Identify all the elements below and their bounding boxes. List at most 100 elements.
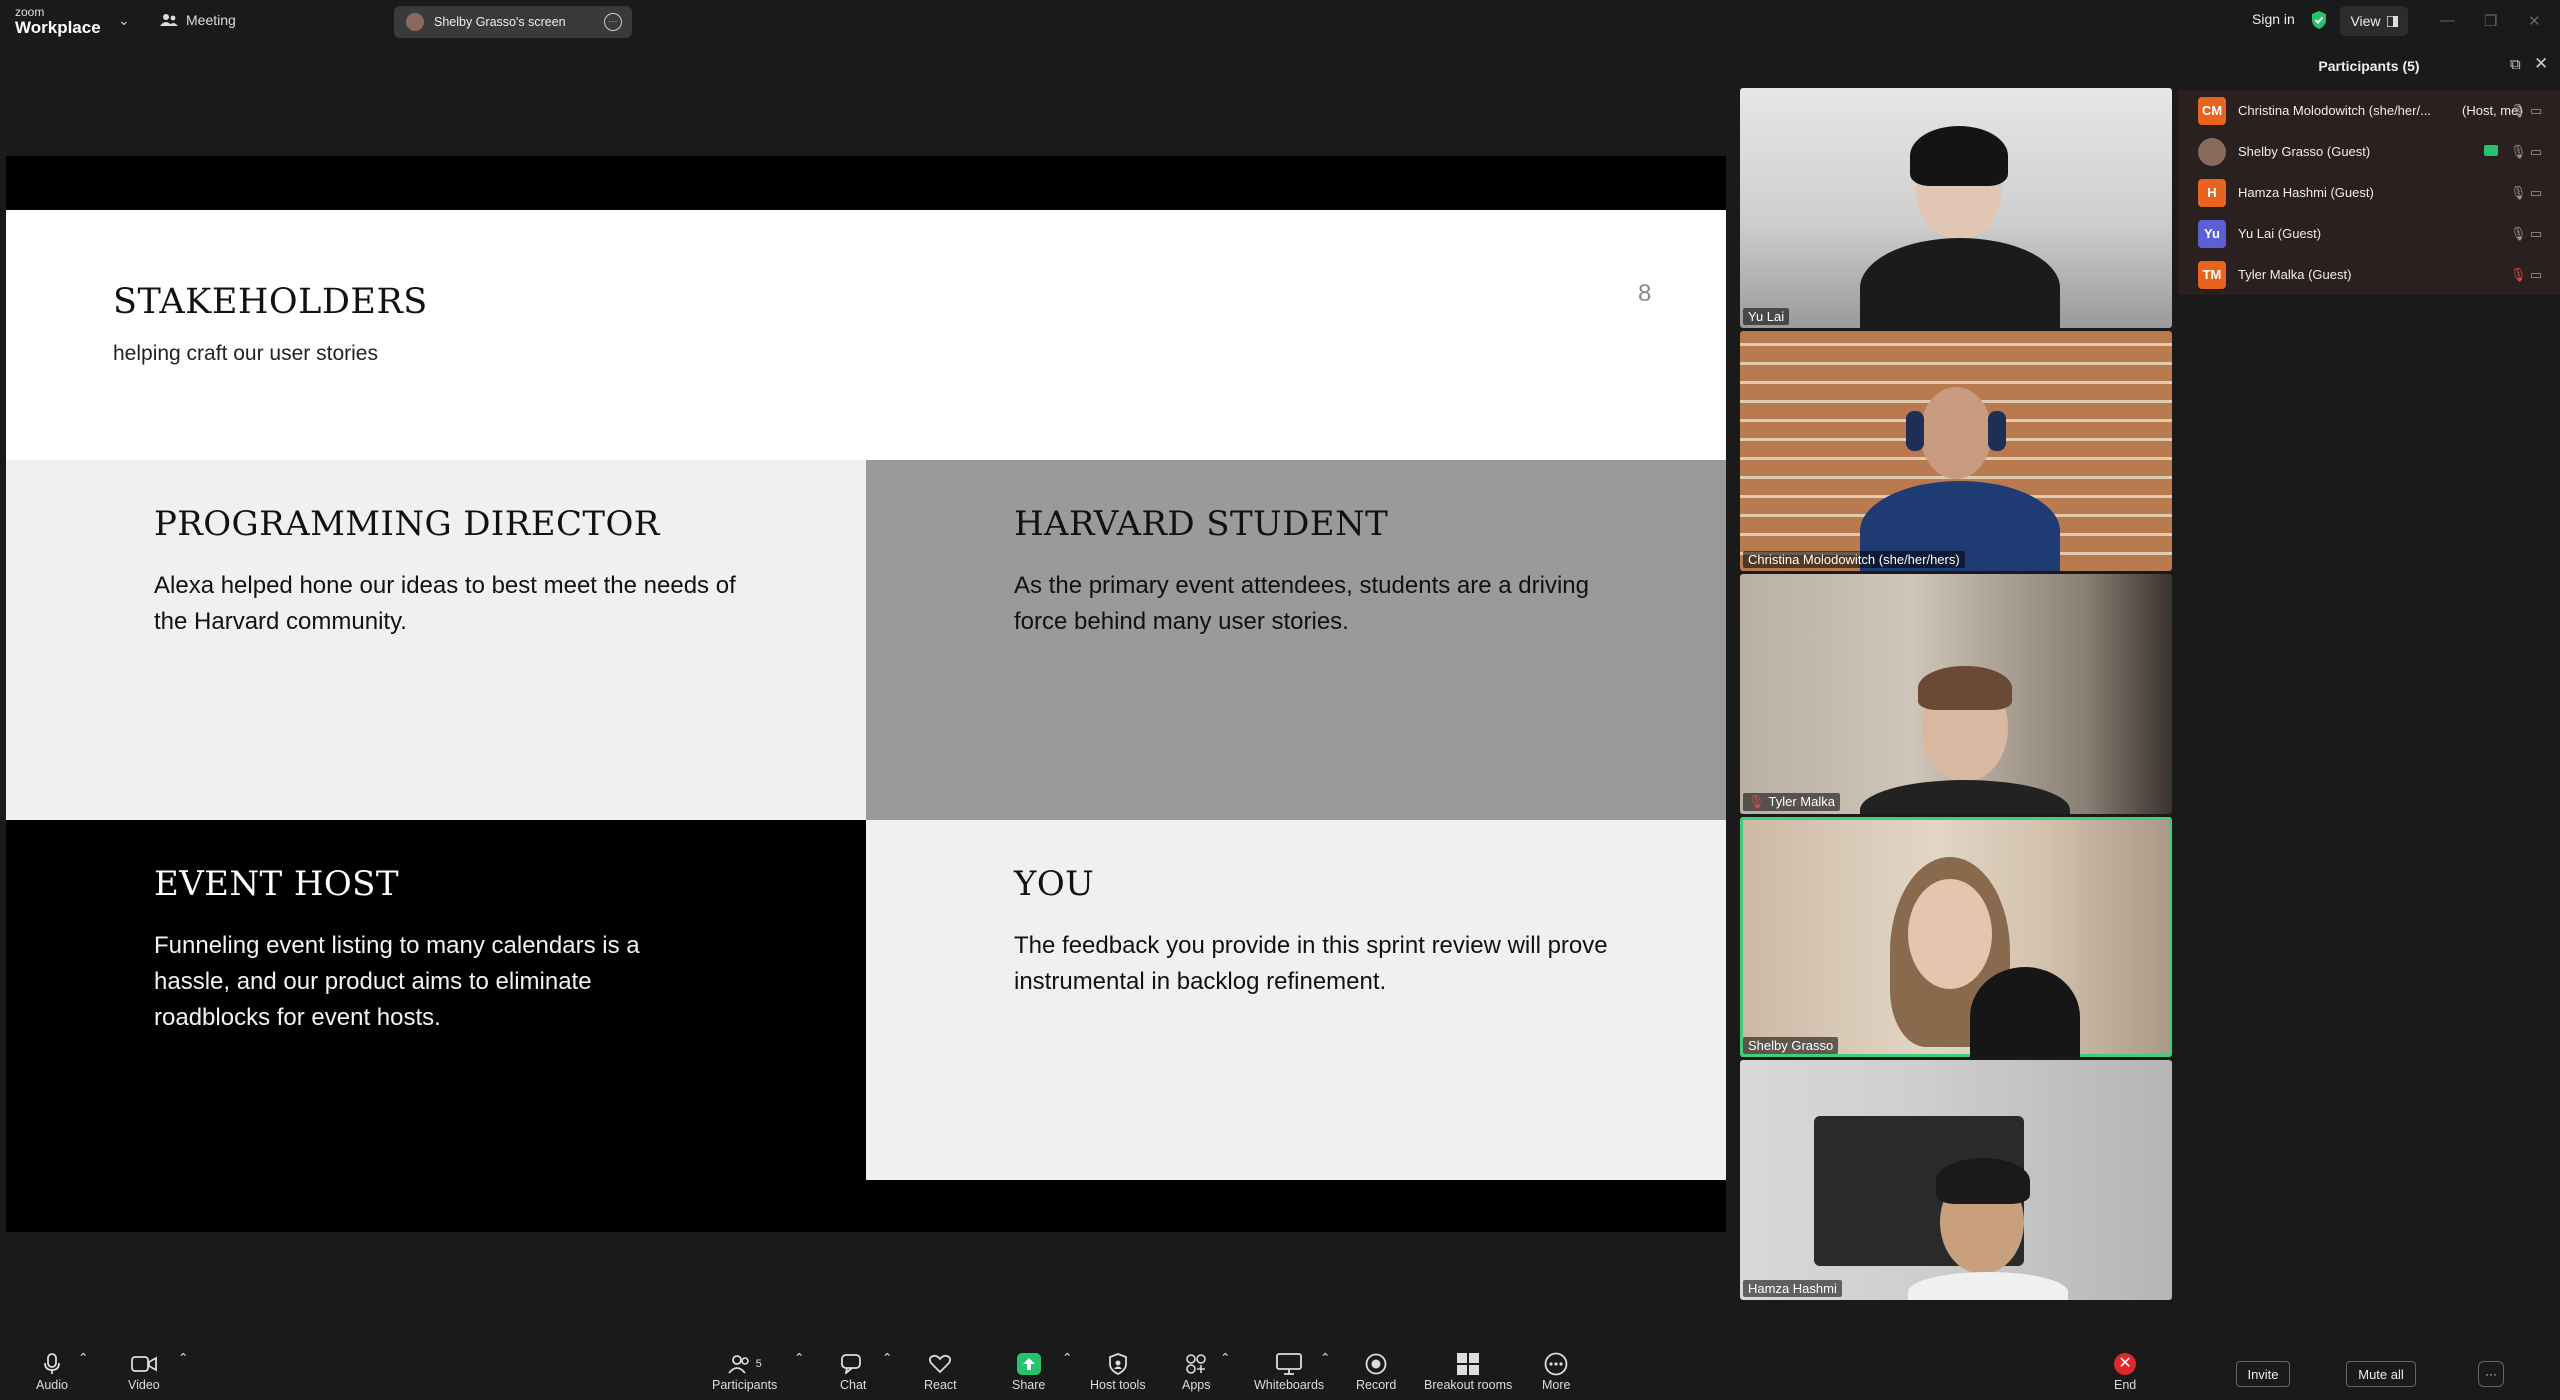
apps-label: Apps	[1182, 1378, 1211, 1392]
card-heading: HARVARD STUDENT	[1014, 504, 1389, 544]
participant-body	[1860, 780, 2070, 814]
video-tile-shelby-grasso[interactable]: Shelby Grasso	[1740, 817, 2172, 1057]
camera-icon[interactable]: ▭	[2530, 267, 2542, 283]
chevron-down-icon[interactable]: ⌄	[118, 12, 130, 29]
chat-options-chevron-icon[interactable]: ⌃	[882, 1350, 892, 1365]
mute-all-button[interactable]: Mute all	[2346, 1361, 2416, 1387]
headphones-icon	[1988, 411, 2006, 451]
camera-icon[interactable]: ▭	[2530, 185, 2542, 201]
more-button[interactable]: More	[1542, 1350, 1570, 1392]
video-tile-yu-lai[interactable]: Yu Lai	[1740, 88, 2172, 328]
pop-out-icon[interactable]: ⧉	[2510, 56, 2521, 73]
participant-face	[1908, 879, 1992, 989]
more-options-icon[interactable]: ···	[604, 13, 622, 31]
avatar	[2198, 137, 2226, 166]
end-icon: ✕	[2114, 1350, 2137, 1378]
zoom-workplace-logo: zoom Workplace	[15, 6, 101, 36]
participant-name: Christina Molodowitch (she/her/...	[2238, 103, 2431, 118]
share-button[interactable]: Share	[1012, 1350, 1045, 1392]
brand-small: zoom	[15, 5, 45, 19]
end-label: End	[2114, 1378, 2137, 1392]
heart-icon	[929, 1350, 952, 1378]
more-label: More	[1542, 1378, 1571, 1392]
video-tile-hamza-hashmi[interactable]: Hamza Hashmi	[1740, 1060, 2172, 1300]
video-tile-tyler-malka[interactable]: 🎙 Tyler Malka	[1740, 574, 2172, 814]
video-label: Video	[128, 1378, 160, 1392]
more-options-button[interactable]: ···	[2478, 1361, 2504, 1387]
view-button[interactable]: View	[2340, 6, 2408, 36]
video-options-chevron-icon[interactable]: ⌃	[178, 1350, 188, 1365]
screen-share-indicator[interactable]: Shelby Grasso's screen ···	[394, 6, 632, 38]
muted-mic-icon: 🎙	[1748, 794, 1765, 809]
participant-body	[1908, 1272, 2068, 1300]
camera-icon[interactable]: ▭	[2530, 144, 2542, 160]
participant-row[interactable]: Shelby Grasso (Guest) 🎙 ▭	[2178, 131, 2560, 172]
react-button[interactable]: React	[924, 1350, 957, 1392]
whiteboards-button[interactable]: Whiteboards	[1254, 1350, 1324, 1392]
end-meeting-button[interactable]: ✕ End	[2114, 1350, 2136, 1392]
view-grid-icon	[2386, 15, 2398, 27]
stakeholder-card-harvard-student: HARVARD STUDENT As the primary event att…	[866, 460, 1726, 820]
mic-icon[interactable]: 🎙	[2510, 103, 2527, 119]
participant-row[interactable]: TM Tyler Malka (Guest) 🎙 ▭	[2178, 254, 2560, 295]
participant-name-tag: Yu Lai	[1743, 308, 1790, 325]
close-window-icon[interactable]: ✕	[2528, 12, 2541, 30]
participant-list: CM Christina Molodowitch (she/her/... (H…	[2178, 90, 2560, 295]
camera-icon[interactable]: ▭	[2530, 226, 2542, 242]
apps-options-chevron-icon[interactable]: ⌃	[1220, 1350, 1230, 1365]
maximize-icon[interactable]: ❐	[2484, 12, 2497, 30]
more-icon	[1544, 1350, 1568, 1378]
avatar: CM	[2198, 96, 2226, 125]
breakout-rooms-button[interactable]: Breakout rooms	[1424, 1350, 1512, 1392]
host-tools-label: Host tools	[1090, 1378, 1146, 1392]
audio-label: Audio	[36, 1378, 68, 1392]
participants-count: 5	[755, 1358, 762, 1370]
audio-button[interactable]: Audio	[36, 1350, 68, 1392]
mic-icon[interactable]: 🎙	[2510, 226, 2527, 242]
participant-name: Tyler Malka	[1768, 794, 1835, 809]
meeting-menu-button[interactable]: Meeting	[160, 12, 236, 28]
video-camera-icon	[130, 1350, 157, 1378]
participant-hair	[1910, 126, 2008, 186]
video-button[interactable]: Video	[128, 1350, 160, 1392]
host-tools-shield-icon	[1108, 1350, 1128, 1378]
host-tools-button[interactable]: Host tools	[1090, 1350, 1146, 1392]
audio-options-chevron-icon[interactable]: ⌃	[78, 1350, 88, 1365]
slide-page-number: 8	[1638, 280, 1652, 307]
participants-icon: 5	[727, 1350, 762, 1378]
participants-options-chevron-icon[interactable]: ⌃	[794, 1350, 804, 1365]
record-label: Record	[1356, 1378, 1397, 1392]
participant-row[interactable]: Yu Yu Lai (Guest) 🎙 ▭	[2178, 213, 2560, 254]
chat-button[interactable]: Chat	[840, 1350, 866, 1392]
close-panel-icon[interactable]: ✕	[2534, 54, 2548, 74]
participant-row[interactable]: H Hamza Hashmi (Guest) 🎙 ▭	[2178, 172, 2560, 213]
chat-label: Chat	[840, 1378, 867, 1392]
video-tile-christina-molodowitch[interactable]: Christina Molodowitch (she/her/hers)	[1740, 331, 2172, 571]
stakeholder-card-you: YOU The feedback you provide in this spr…	[866, 820, 1726, 1180]
mic-icon[interactable]: 🎙	[2510, 144, 2527, 160]
invite-button[interactable]: Invite	[2236, 1361, 2290, 1387]
react-label: React	[924, 1378, 957, 1392]
record-button[interactable]: Record	[1356, 1350, 1396, 1392]
participant-hair	[1918, 666, 2012, 710]
participants-button[interactable]: 5 Participants	[712, 1350, 777, 1392]
slide-subtitle: helping craft our user stories	[113, 342, 378, 365]
card-text: The feedback you provide in this sprint …	[1014, 932, 1608, 995]
share-options-chevron-icon[interactable]: ⌃	[1062, 1350, 1072, 1365]
screen-sharing-icon	[2484, 145, 2498, 156]
brand-big: Workplace	[15, 18, 101, 37]
minimize-icon[interactable]: —	[2440, 12, 2455, 29]
participant-name-tag: Hamza Hashmi	[1743, 1280, 1842, 1297]
meeting-people-icon	[160, 14, 178, 26]
participant-row[interactable]: CM Christina Molodowitch (she/her/... (H…	[2178, 90, 2560, 131]
avatar: TM	[2198, 260, 2226, 289]
sign-in-link[interactable]: Sign in	[2252, 11, 2295, 27]
meeting-toolbar: Audio ⌃ Video ⌃ 5 Participants ⌃ Chat ⌃ …	[0, 1340, 2178, 1400]
apps-button[interactable]: Apps	[1182, 1350, 1211, 1392]
whiteboards-options-chevron-icon[interactable]: ⌃	[1320, 1350, 1330, 1365]
mic-icon[interactable]: 🎙	[2510, 185, 2527, 201]
camera-icon[interactable]: ▭	[2530, 103, 2542, 119]
muted-mic-icon[interactable]: 🎙	[2510, 267, 2527, 283]
encryption-shield-icon[interactable]	[2310, 10, 2328, 30]
participant-name: Tyler Malka (Guest)	[2238, 267, 2352, 282]
